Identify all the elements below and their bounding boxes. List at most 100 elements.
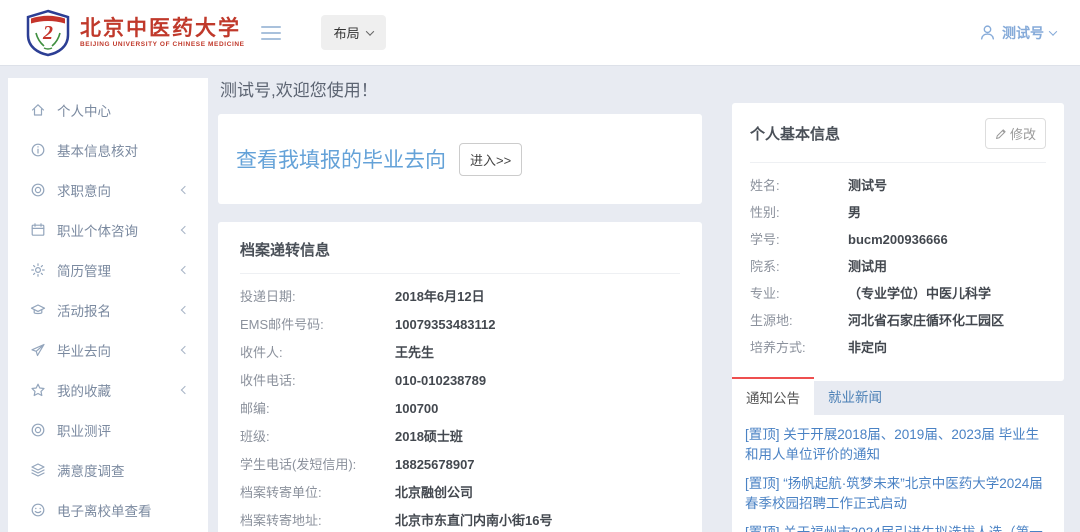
edit-button-label: 修改 — [1010, 124, 1036, 143]
info-row: 学号: bucm200936666 — [750, 226, 1046, 253]
star-icon — [30, 382, 46, 398]
sidebar-item[interactable]: 求职意向 — [8, 170, 208, 210]
sidebar-item[interactable]: 活动报名 — [8, 290, 208, 330]
smiley-icon — [30, 502, 46, 518]
target-icon — [30, 422, 46, 438]
row-value: 北京融创公司 — [395, 479, 473, 507]
row-label: 邮编: — [240, 395, 395, 423]
main-content: 测试号,欢迎您使用！ 查看我填报的毕业去向 进入>> 档案递转信息 投递日期: … — [218, 74, 702, 532]
chevron-left-icon — [181, 386, 189, 394]
gear-icon — [30, 262, 46, 278]
view-destination-link[interactable]: 查看我填报的毕业去向 — [236, 144, 446, 174]
sidebar-item-label: 我的收藏 — [57, 380, 111, 400]
user-name: 测试号 — [1002, 23, 1044, 43]
row-value: 非定向 — [848, 334, 887, 361]
row-value: bucm200936666 — [848, 226, 948, 253]
sidebar-item-label: 满意度调查 — [57, 460, 125, 480]
graduation-destination-card: 查看我填报的毕业去向 进入>> — [218, 114, 702, 204]
chevron-left-icon — [181, 226, 189, 234]
info-row: 学生电话(发短信用): 18825678907 — [240, 451, 680, 479]
welcome-message: 测试号,欢迎您使用！ — [220, 76, 702, 101]
sidebar-item[interactable]: 个人中心 — [8, 90, 208, 130]
info-row: 培养方式: 非定向 — [750, 334, 1046, 361]
sidebar-item[interactable]: 基本信息核对 — [8, 130, 208, 170]
info-row: EMS邮件号码: 10079353483112 — [240, 311, 680, 339]
university-crest-icon: 2 — [24, 9, 72, 57]
row-label: 投递日期: — [240, 283, 395, 311]
chevron-left-icon — [181, 266, 189, 274]
calendar-icon — [30, 222, 46, 238]
sidebar-item[interactable]: 我的收藏 — [8, 370, 208, 410]
sidebar-item[interactable]: 职业个体咨询 — [8, 210, 208, 250]
row-label: 收件电话: — [240, 367, 395, 395]
personal-info-card: 个人基本信息 修改 姓名: 测试号 性别: 男 学号: bucm20093666… — [732, 103, 1064, 381]
row-value: 北京市东直门内南小街16号 — [395, 507, 552, 532]
row-value: 2018年6月12日 — [395, 283, 485, 311]
profile-rows: 姓名: 测试号 性别: 男 学号: bucm200936666 院系: 测试用 … — [750, 172, 1046, 361]
row-label: 学号: — [750, 226, 848, 253]
row-value: 18825678907 — [395, 451, 475, 479]
row-label: 收件人: — [240, 339, 395, 367]
chevron-left-icon — [181, 306, 189, 314]
sidebar-item[interactable]: 毕业去向 — [8, 330, 208, 370]
university-name-cn: 北京中医药大学 — [80, 17, 245, 40]
target-icon — [30, 182, 46, 198]
divider — [750, 162, 1046, 163]
paper-plane-icon — [30, 342, 46, 358]
row-value: 10079353483112 — [395, 311, 496, 339]
edit-button[interactable]: 修改 — [985, 118, 1046, 149]
sidebar-item-label: 求职意向 — [57, 180, 111, 200]
svg-text:2: 2 — [42, 22, 53, 44]
top-header: 2 北京中医药大学 BEIJING UNIVERSITY OF CHINESE … — [0, 0, 1080, 66]
row-value: 测试号 — [848, 172, 887, 199]
graduation-cap-icon — [30, 302, 46, 318]
row-label: 专业: — [750, 280, 848, 307]
sidebar-item-label: 活动报名 — [57, 300, 111, 320]
home-icon — [30, 102, 46, 118]
info-row: 姓名: 测试号 — [750, 172, 1046, 199]
row-value: 王先生 — [395, 339, 434, 367]
enter-button[interactable]: 进入>> — [459, 143, 522, 176]
row-label: 性别: — [750, 199, 848, 226]
info-icon — [30, 142, 46, 158]
row-value: 100700 — [395, 395, 438, 423]
row-label: 档案转寄地址: — [240, 507, 395, 532]
layout-dropdown-button[interactable]: 布局 — [321, 15, 386, 50]
info-row: 档案转寄地址: 北京市东直门内南小街16号 — [240, 507, 680, 532]
university-logo: 2 北京中医药大学 BEIJING UNIVERSITY OF CHINESE … — [24, 9, 245, 57]
archive-card-title: 档案递转信息 — [240, 239, 680, 260]
row-label: 学生电话(发短信用): — [240, 451, 395, 479]
info-row: 院系: 测试用 — [750, 253, 1046, 280]
row-value: 测试用 — [848, 253, 887, 280]
archive-rows: 投递日期: 2018年6月12日 EMS邮件号码: 10079353483112… — [240, 283, 680, 532]
layers-icon — [30, 462, 46, 478]
sidebar-item-label: 电子离校单查看 — [57, 500, 152, 520]
personal-info-title: 个人基本信息 — [750, 123, 840, 144]
info-row: 投递日期: 2018年6月12日 — [240, 283, 680, 311]
info-row: 性别: 男 — [750, 199, 1046, 226]
chevron-left-icon — [181, 186, 189, 194]
row-value: （专业学位）中医儿科学 — [848, 280, 991, 307]
news-item-link[interactable]: [置顶] 关于开展2018届、2019届、2023届 毕业生和用人单位评价的通知 — [745, 425, 1051, 465]
sidebar-item[interactable]: 电子离校单查看 — [8, 490, 208, 530]
sidebar-item[interactable]: 满意度调查 — [8, 450, 208, 490]
hamburger-icon[interactable] — [261, 26, 281, 40]
chevron-down-icon — [365, 27, 373, 35]
university-name-en: BEIJING UNIVERSITY OF CHINESE MEDICINE — [80, 41, 245, 48]
news-item-link[interactable]: [置顶] “扬帆起航·筑梦未来”北京中医药大学2024届春季校园招聘工作正式启动 — [745, 474, 1051, 514]
sidebar-item-label: 简历管理 — [57, 260, 111, 280]
row-value: 2018硕士班 — [395, 423, 463, 451]
sidebar-item[interactable]: 职业测评 — [8, 410, 208, 450]
info-row: 班级: 2018硕士班 — [240, 423, 680, 451]
user-menu[interactable]: 测试号 — [979, 23, 1056, 43]
divider — [240, 273, 680, 274]
tab-employment-news[interactable]: 就业新闻 — [814, 377, 896, 415]
sidebar-item-label: 个人中心 — [57, 100, 111, 120]
chevron-left-icon — [181, 346, 189, 354]
news-item-link[interactable]: [置顶] 关于福州市2024届引进生拟选拔人选（第一批）公示的公告 — [745, 523, 1051, 532]
tab-notices[interactable]: 通知公告 — [732, 377, 814, 415]
row-label: 姓名: — [750, 172, 848, 199]
news-panel: 通知公告 就业新闻 [置顶] 关于开展2018届、2019届、2023届 毕业生… — [732, 377, 1064, 532]
sidebar-item[interactable]: 简历管理 — [8, 250, 208, 290]
archive-transfer-card: 档案递转信息 投递日期: 2018年6月12日 EMS邮件号码: 1007935… — [218, 222, 702, 532]
